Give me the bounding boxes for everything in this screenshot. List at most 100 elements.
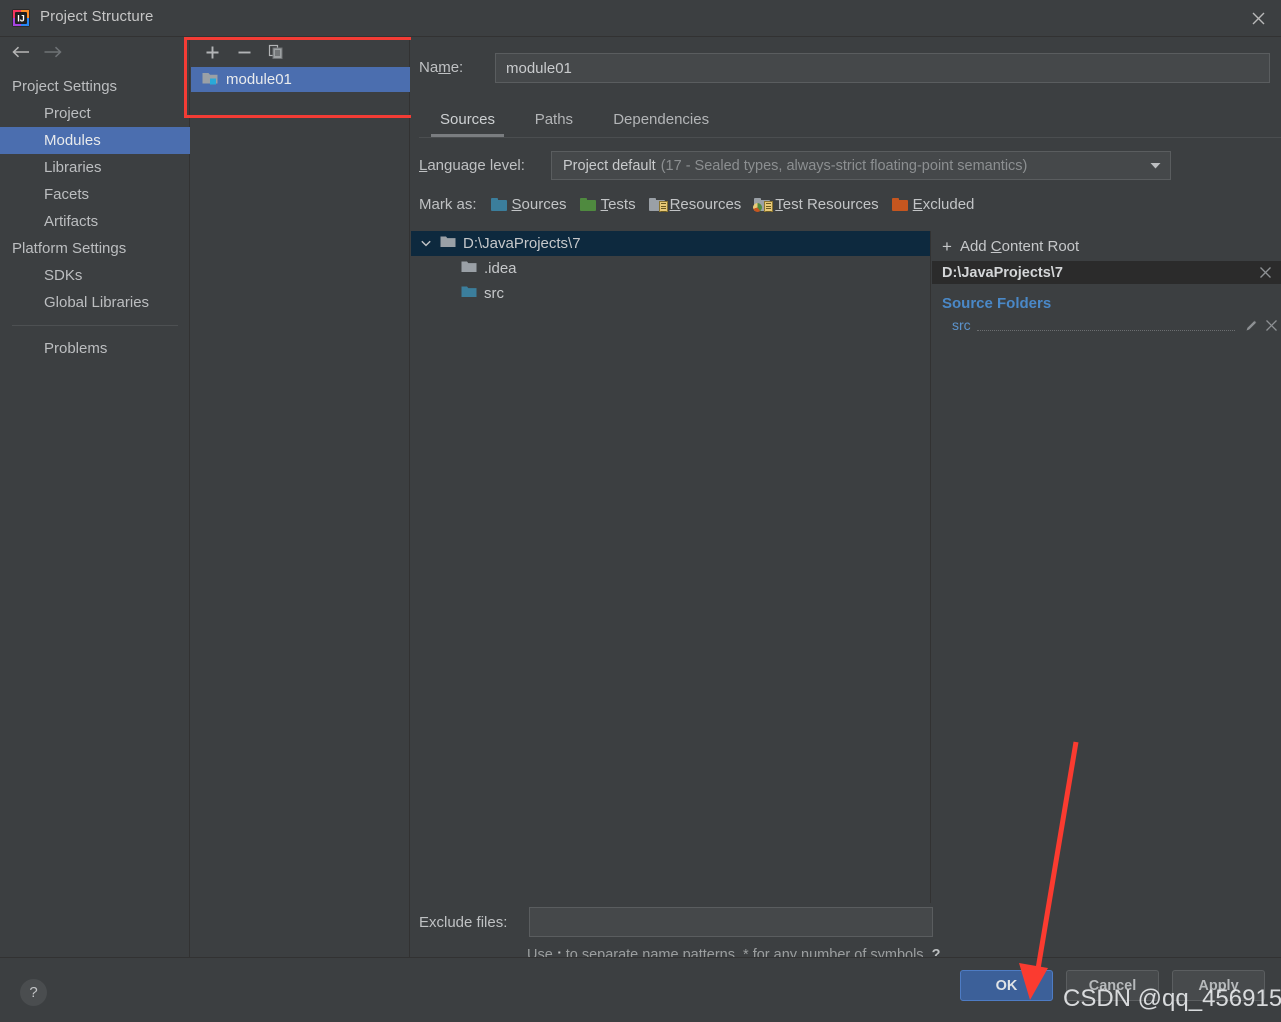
source-folder-icon — [461, 285, 477, 302]
source-folders-title: Source Folders — [942, 295, 1052, 312]
pencil-icon[interactable] — [1241, 316, 1261, 334]
source-folder-name: src — [952, 317, 971, 333]
mark-as-esources[interactable]: Resources — [648, 195, 742, 213]
sidebar-item-label: Modules — [44, 132, 101, 149]
module-editor-tabs: Sources Paths Dependencies — [419, 104, 1281, 138]
chevron-down-icon[interactable] — [1146, 157, 1164, 175]
module-name-label: Name: — [419, 59, 464, 76]
tree-row-label: D:\JavaProjects\7 — [463, 235, 581, 252]
test-resources-folder-icon — [753, 197, 774, 212]
sidebar-item-sdks[interactable]: SDKs — [0, 262, 190, 289]
tab-paths[interactable]: Paths — [526, 104, 582, 137]
sidebar-item-label: Artifacts — [44, 213, 99, 230]
mark-as-label: Mark as: — [419, 195, 477, 213]
help-icon[interactable]: ? — [20, 979, 47, 1006]
tab-label: Dependencies — [613, 111, 710, 128]
sidebar-item-label: Facets — [44, 186, 90, 203]
mark-as-label-text: Test Resources — [775, 195, 879, 213]
exclude-files-label: Exclude files: — [419, 914, 508, 931]
add-content-root-button[interactable]: + Add Content Root — [932, 231, 1281, 261]
sidebar-nav-buttons — [0, 37, 190, 66]
tree-row[interactable]: .idea — [411, 256, 930, 281]
sidebar-item-project[interactable]: Project — [0, 100, 190, 127]
module-name-row: Name: — [419, 53, 1270, 85]
sidebar-item-list: Project Settings Project Modules Libraries F… — [0, 73, 190, 362]
modules-list-panel: module01 — [191, 37, 410, 957]
modules-toolbar — [191, 37, 410, 66]
ok-button[interactable]: OK — [960, 970, 1053, 1001]
sidebar-item-modules[interactable]: Modules — [0, 127, 190, 154]
svg-text:IJ: IJ — [17, 14, 25, 24]
module-list-item-label: module01 — [226, 71, 292, 88]
module-folder-icon — [202, 70, 218, 89]
content-root-header: D:\JavaProjects\7 — [932, 261, 1281, 284]
content-root-tree: D:\JavaProjects\7 .idea src — [411, 231, 931, 903]
dotted-leader — [976, 320, 1235, 331]
close-icon[interactable] — [1235, 0, 1281, 36]
mark-as-label-text: Sources — [511, 195, 567, 213]
tree-row[interactable]: src — [411, 281, 930, 306]
source-folder-row[interactable]: src — [932, 314, 1281, 336]
add-content-root-label: Add Content Root — [959, 237, 1080, 255]
content-roots-split: D:\JavaProjects\7 .idea src + Add Content … — [411, 231, 1281, 903]
sidebar-divider — [12, 325, 178, 326]
exclude-files-input[interactable] — [529, 907, 933, 937]
window-titlebar: IJ Project Structure — [0, 0, 1281, 37]
apply-button[interactable]: Apply — [1172, 970, 1265, 1001]
sidebar-item-label: Platform Settings — [12, 240, 127, 257]
excluded-folder-icon — [891, 197, 908, 211]
sidebar-item-libraries[interactable]: Libraries — [0, 154, 190, 181]
tests-folder-icon — [579, 197, 596, 211]
remove-module-button[interactable] — [232, 40, 256, 64]
sidebar-item-label: Libraries — [44, 159, 102, 176]
sidebar-item-label: Global Libraries — [44, 294, 150, 311]
module-rows: module01 — [191, 67, 410, 92]
module-list-item[interactable]: module01 — [191, 67, 410, 92]
close-icon[interactable] — [1259, 266, 1272, 279]
close-icon[interactable] — [1261, 316, 1281, 334]
mark-as-row: Mark as: Sources Tests Resources Test Resou… — [419, 192, 987, 216]
tree-row[interactable]: D:\JavaProjects\7 — [411, 231, 930, 256]
sidebar-item-label: SDKs — [44, 267, 83, 284]
language-level-label: Language level: — [419, 157, 525, 174]
mark-as-label-text: Tests — [600, 195, 636, 213]
project-structure-dialog: IJ Project Structure Project Settings Pr… — [0, 0, 1281, 1022]
sidebar-item-problems[interactable]: Problems — [0, 335, 190, 362]
content-root-path: D:\JavaProjects\7 — [942, 264, 1063, 281]
language-level-combobox[interactable]: Project default (17 - Sealed types, alwa… — [551, 151, 1171, 180]
mark-as-est-resources[interactable]: Test Resources — [753, 195, 879, 213]
mark-as-label-text: Resources — [669, 195, 742, 213]
copy-icon[interactable] — [264, 40, 288, 64]
mark-as-ources[interactable]: Sources — [490, 195, 567, 213]
sidebar-item-artifacts[interactable]: Artifacts — [0, 208, 190, 235]
mark-as-label-text: Excluded — [912, 195, 975, 213]
content-roots-panel: + Add Content Root D:\JavaProjects\7 Sou… — [932, 231, 1281, 903]
tab-label: Sources — [440, 111, 496, 128]
chevron-down-icon[interactable] — [419, 237, 433, 251]
sidebar-item-label: Project — [44, 105, 91, 122]
folder-icon — [461, 260, 477, 277]
sidebar-item-label: Problems — [44, 340, 108, 357]
plus-icon: + — [942, 236, 952, 256]
arrow-right-icon — [39, 41, 65, 63]
sidebar-item-label: Project Settings — [12, 78, 118, 95]
module-name-input[interactable] — [495, 53, 1270, 83]
tab-dependencies[interactable]: Dependencies — [604, 104, 718, 137]
mark-as-ests[interactable]: Tests — [579, 195, 636, 213]
module-editor-panel: Name: Sources Paths Dependencies Language … — [411, 37, 1281, 984]
arrow-left-icon[interactable] — [8, 41, 34, 63]
sidebar-item-global-libraries[interactable]: Global Libraries — [0, 289, 190, 316]
source-folder-list: src — [932, 314, 1281, 336]
tab-sources[interactable]: Sources — [431, 104, 505, 137]
intellij-idea-icon: IJ — [12, 9, 30, 27]
resources-folder-icon — [648, 197, 668, 212]
tree-row-label: .idea — [484, 260, 517, 277]
dialog-bottom-bar: ? OK Cancel Apply — [0, 957, 1281, 1022]
sidebar-item-project-settings: Project Settings — [0, 73, 190, 100]
cancel-button[interactable]: Cancel — [1066, 970, 1159, 1001]
sidebar-item-facets[interactable]: Facets — [0, 181, 190, 208]
sidebar-item-platform-settings: Platform Settings — [0, 235, 190, 262]
add-module-button[interactable] — [200, 40, 224, 64]
tree-row-label: src — [484, 285, 504, 302]
mark-as-xcluded[interactable]: Excluded — [891, 195, 975, 213]
